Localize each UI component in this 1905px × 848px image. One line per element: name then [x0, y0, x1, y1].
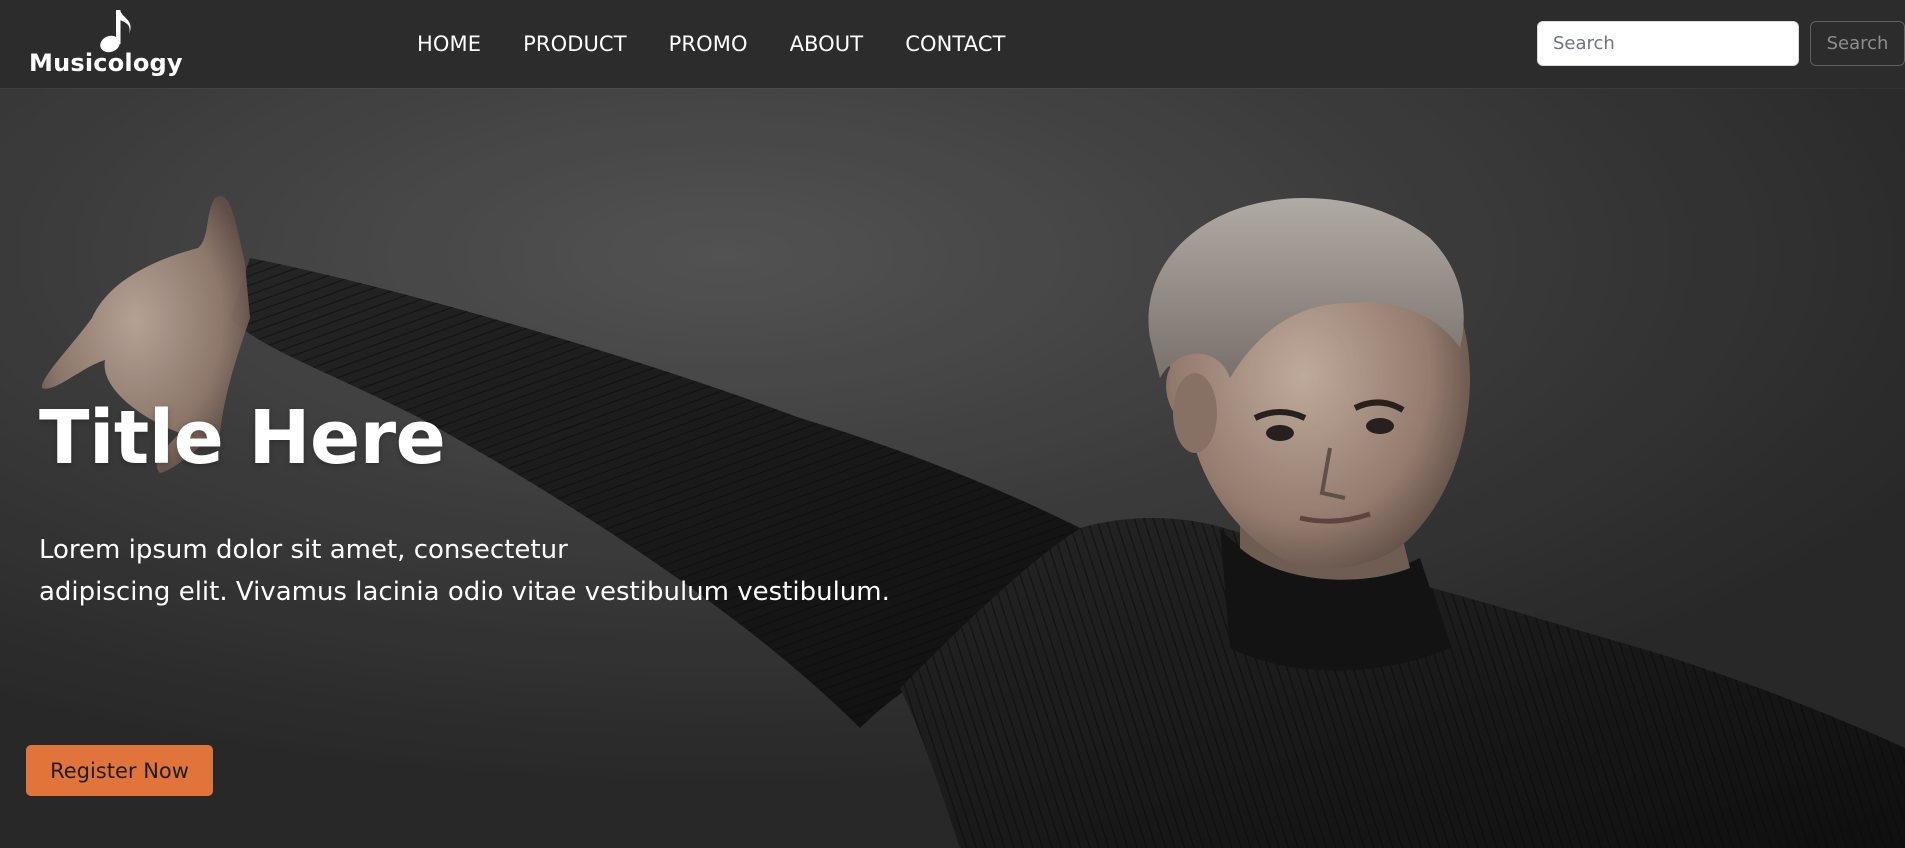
hero-title: Title Here	[39, 395, 446, 481]
search-input[interactable]	[1537, 21, 1799, 66]
hero-description-line-1: Lorem ipsum dolor sit amet, consectetur	[39, 535, 568, 565]
register-now-button[interactable]: Register Now	[26, 745, 213, 796]
navbar: Musicology HOME PRODUCT PROMO ABOUT CONT…	[0, 0, 1905, 88]
main-nav: HOME PRODUCT PROMO ABOUT CONTACT	[396, 0, 1027, 88]
search-button[interactable]: Search	[1810, 21, 1905, 66]
nav-link-product[interactable]: PRODUCT	[502, 32, 648, 56]
hero-description-line-2: adipiscing elit. Vivamus lacinia odio vi…	[39, 577, 890, 607]
brand-name: Musicology	[29, 49, 183, 77]
nav-link-promo[interactable]: PROMO	[648, 32, 769, 56]
page: Musicology HOME PRODUCT PROMO ABOUT CONT…	[0, 0, 1905, 848]
nav-link-contact[interactable]: CONTACT	[884, 32, 1026, 56]
nav-link-about[interactable]: ABOUT	[769, 32, 885, 56]
hero-section: Title Here Lorem ipsum dolor sit amet, c…	[0, 88, 1905, 848]
search-form: Search	[1537, 21, 1905, 66]
hero-description: Lorem ipsum dolor sit amet, consectetur …	[39, 529, 939, 613]
brand-logo[interactable]: Musicology	[29, 6, 189, 82]
nav-link-home[interactable]: HOME	[396, 32, 502, 56]
